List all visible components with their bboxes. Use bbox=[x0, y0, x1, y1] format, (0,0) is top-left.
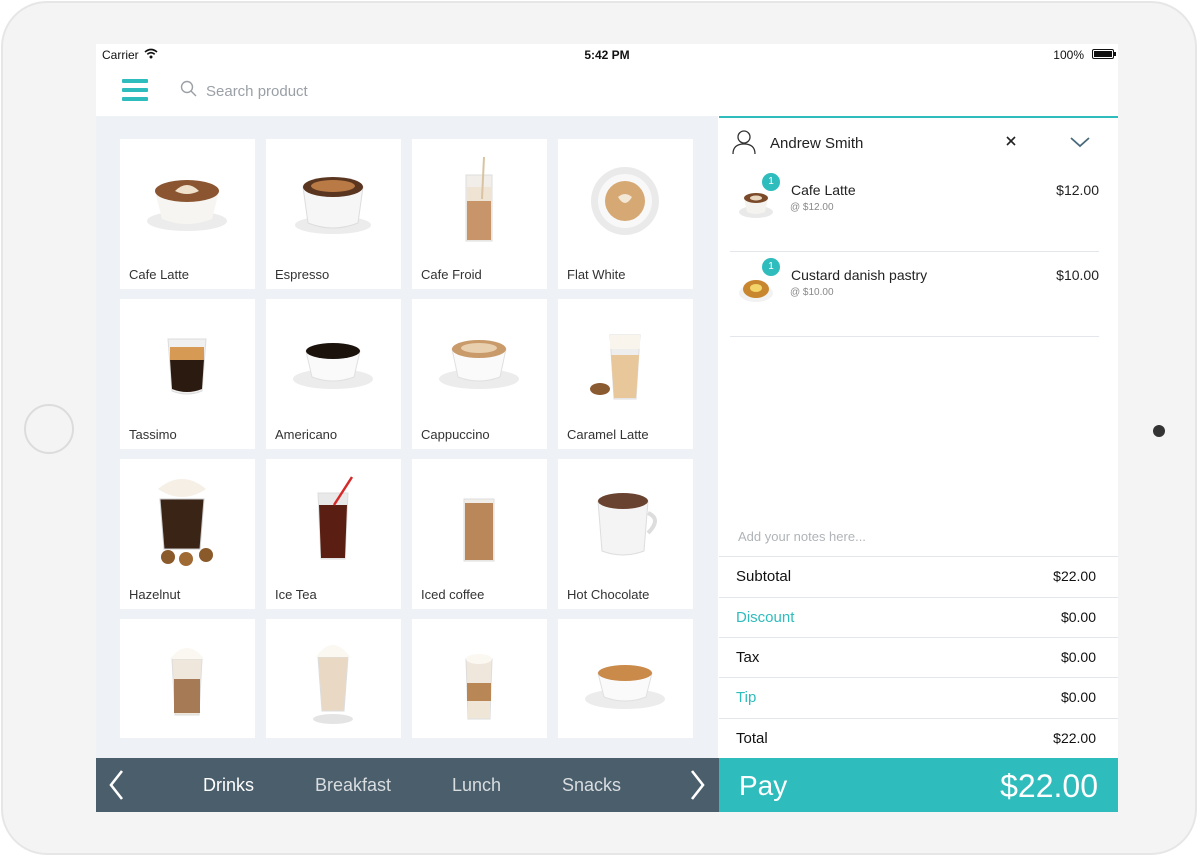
product-card[interactable]: Hot Chocolate bbox=[558, 459, 693, 609]
product-card[interactable]: Iced coffee bbox=[412, 459, 547, 609]
order-panel: Andrew Smith 1 Cafe Latte @ $12.00 $12.0… bbox=[719, 116, 1118, 758]
product-card[interactable] bbox=[120, 619, 255, 738]
total-value: $22.00 bbox=[1053, 730, 1096, 746]
discount-row[interactable]: Discount $0.00 bbox=[719, 597, 1118, 637]
chevron-right-icon[interactable] bbox=[690, 769, 706, 801]
line-item-unit-price: @ $12.00 bbox=[790, 202, 834, 213]
status-time: 5:42 PM bbox=[584, 48, 630, 62]
subtotal-label: Subtotal bbox=[736, 568, 792, 585]
menu-icon[interactable] bbox=[122, 79, 148, 101]
product-image bbox=[591, 167, 659, 235]
line-item-price: $10.00 bbox=[1056, 267, 1099, 283]
top-bar bbox=[96, 66, 718, 116]
product-image bbox=[170, 648, 204, 716]
product-card[interactable]: Cafe Froid bbox=[412, 139, 547, 289]
quantity-badge: 1 bbox=[762, 258, 780, 276]
product-card[interactable]: Espresso bbox=[266, 139, 401, 289]
tax-label: Tax bbox=[736, 649, 760, 666]
quantity-badge: 1 bbox=[762, 173, 780, 191]
product-name: Cappuccino bbox=[421, 427, 490, 442]
discount-label[interactable]: Discount bbox=[736, 609, 794, 626]
app-screen: Carrier 5:42 PM 100% Cafe LatteEspressoC… bbox=[96, 44, 1118, 812]
product-image bbox=[463, 498, 495, 562]
product-image bbox=[293, 343, 373, 389]
product-name: Espresso bbox=[275, 267, 330, 282]
subtotal-row: Subtotal $22.00 bbox=[719, 556, 1118, 596]
category-bar: Drinks Breakfast Lunch Snacks bbox=[96, 758, 719, 812]
product-card[interactable]: Ice Tea bbox=[266, 459, 401, 609]
product-grid-area: Cafe Latte Espresso Cafe Froid Flat White Ta… bbox=[96, 116, 718, 758]
product-image bbox=[585, 665, 665, 709]
product-card[interactable]: Flat White bbox=[558, 139, 693, 289]
tax-row: Tax $0.00 bbox=[719, 637, 1118, 677]
camera-dot bbox=[1153, 425, 1165, 437]
status-bar: Carrier 5:42 PM 100% bbox=[96, 44, 1118, 66]
product-image bbox=[597, 493, 657, 556]
product-image bbox=[439, 340, 519, 389]
subtotal-value: $22.00 bbox=[1053, 568, 1096, 584]
product-image bbox=[465, 654, 493, 720]
product-image bbox=[295, 177, 371, 234]
product-card[interactable]: Cappuccino bbox=[412, 299, 547, 449]
total-row: Total $22.00 bbox=[719, 718, 1118, 758]
product-image bbox=[590, 334, 641, 400]
tip-value: $0.00 bbox=[1060, 689, 1096, 705]
product-name: Hot Chocolate bbox=[567, 587, 650, 602]
product-name: Iced coffee bbox=[421, 587, 485, 602]
product-card[interactable]: Tassimo bbox=[120, 299, 255, 449]
close-icon[interactable] bbox=[1005, 135, 1017, 147]
product-name: Americano bbox=[275, 427, 338, 442]
line-item-unit-price: @ $10.00 bbox=[790, 287, 834, 298]
product-image bbox=[167, 338, 207, 395]
product-image bbox=[147, 180, 227, 231]
discount-value: $0.00 bbox=[1060, 609, 1096, 625]
category-snacks[interactable]: Snacks bbox=[562, 775, 621, 796]
product-name: Cafe Latte bbox=[129, 267, 189, 282]
line-item-name: Custard danish pastry bbox=[791, 267, 928, 283]
category-drinks[interactable]: Drinks bbox=[203, 775, 254, 796]
product-card[interactable]: Cafe Latte bbox=[120, 139, 255, 289]
product-card[interactable] bbox=[558, 619, 693, 738]
product-card[interactable] bbox=[412, 619, 547, 738]
order-line-item[interactable]: 1 Cafe Latte @ $12.00 $12.00 bbox=[730, 168, 1099, 252]
product-image bbox=[465, 156, 493, 242]
pay-button[interactable]: Pay $22.00 bbox=[719, 758, 1118, 812]
line-item-price: $12.00 bbox=[1056, 182, 1099, 198]
home-button[interactable] bbox=[24, 404, 74, 454]
chevron-down-icon[interactable] bbox=[1069, 136, 1091, 148]
user-icon bbox=[732, 130, 756, 155]
tip-row[interactable]: Tip $0.00 bbox=[719, 677, 1118, 717]
product-name: Tassimo bbox=[129, 427, 177, 442]
category-lunch[interactable]: Lunch bbox=[452, 775, 501, 796]
line-item-name: Cafe Latte bbox=[791, 182, 856, 198]
order-line-item[interactable]: 1 Custard danish pastry @ $10.00 $10.00 bbox=[730, 253, 1099, 337]
category-breakfast[interactable]: Breakfast bbox=[315, 775, 391, 796]
total-label: Total bbox=[736, 730, 768, 747]
product-name: Cafe Froid bbox=[421, 267, 482, 282]
product-card[interactable]: Americano bbox=[266, 299, 401, 449]
pay-amount: $22.00 bbox=[1000, 768, 1098, 804]
battery-percent: 100% bbox=[1053, 48, 1084, 62]
product-image bbox=[158, 479, 213, 566]
product-name: Hazelnut bbox=[129, 587, 181, 602]
product-image bbox=[317, 476, 354, 560]
battery-icon bbox=[1092, 49, 1116, 59]
product-card[interactable] bbox=[266, 619, 401, 738]
product-card[interactable]: Caramel Latte bbox=[558, 299, 693, 449]
search-icon bbox=[180, 80, 197, 97]
product-image bbox=[313, 645, 353, 724]
order-notes-input[interactable] bbox=[736, 528, 1100, 545]
search-input[interactable] bbox=[204, 78, 508, 104]
product-name: Ice Tea bbox=[275, 587, 317, 602]
pay-label: Pay bbox=[739, 770, 788, 801]
customer-row[interactable]: Andrew Smith bbox=[719, 118, 1118, 166]
product-name: Flat White bbox=[567, 267, 626, 282]
tip-label[interactable]: Tip bbox=[736, 689, 756, 706]
customer-name: Andrew Smith bbox=[770, 135, 864, 152]
product-name: Caramel Latte bbox=[567, 427, 649, 442]
chevron-left-icon[interactable] bbox=[108, 769, 124, 801]
product-card[interactable]: Hazelnut bbox=[120, 459, 255, 609]
tax-value: $0.00 bbox=[1060, 649, 1096, 665]
